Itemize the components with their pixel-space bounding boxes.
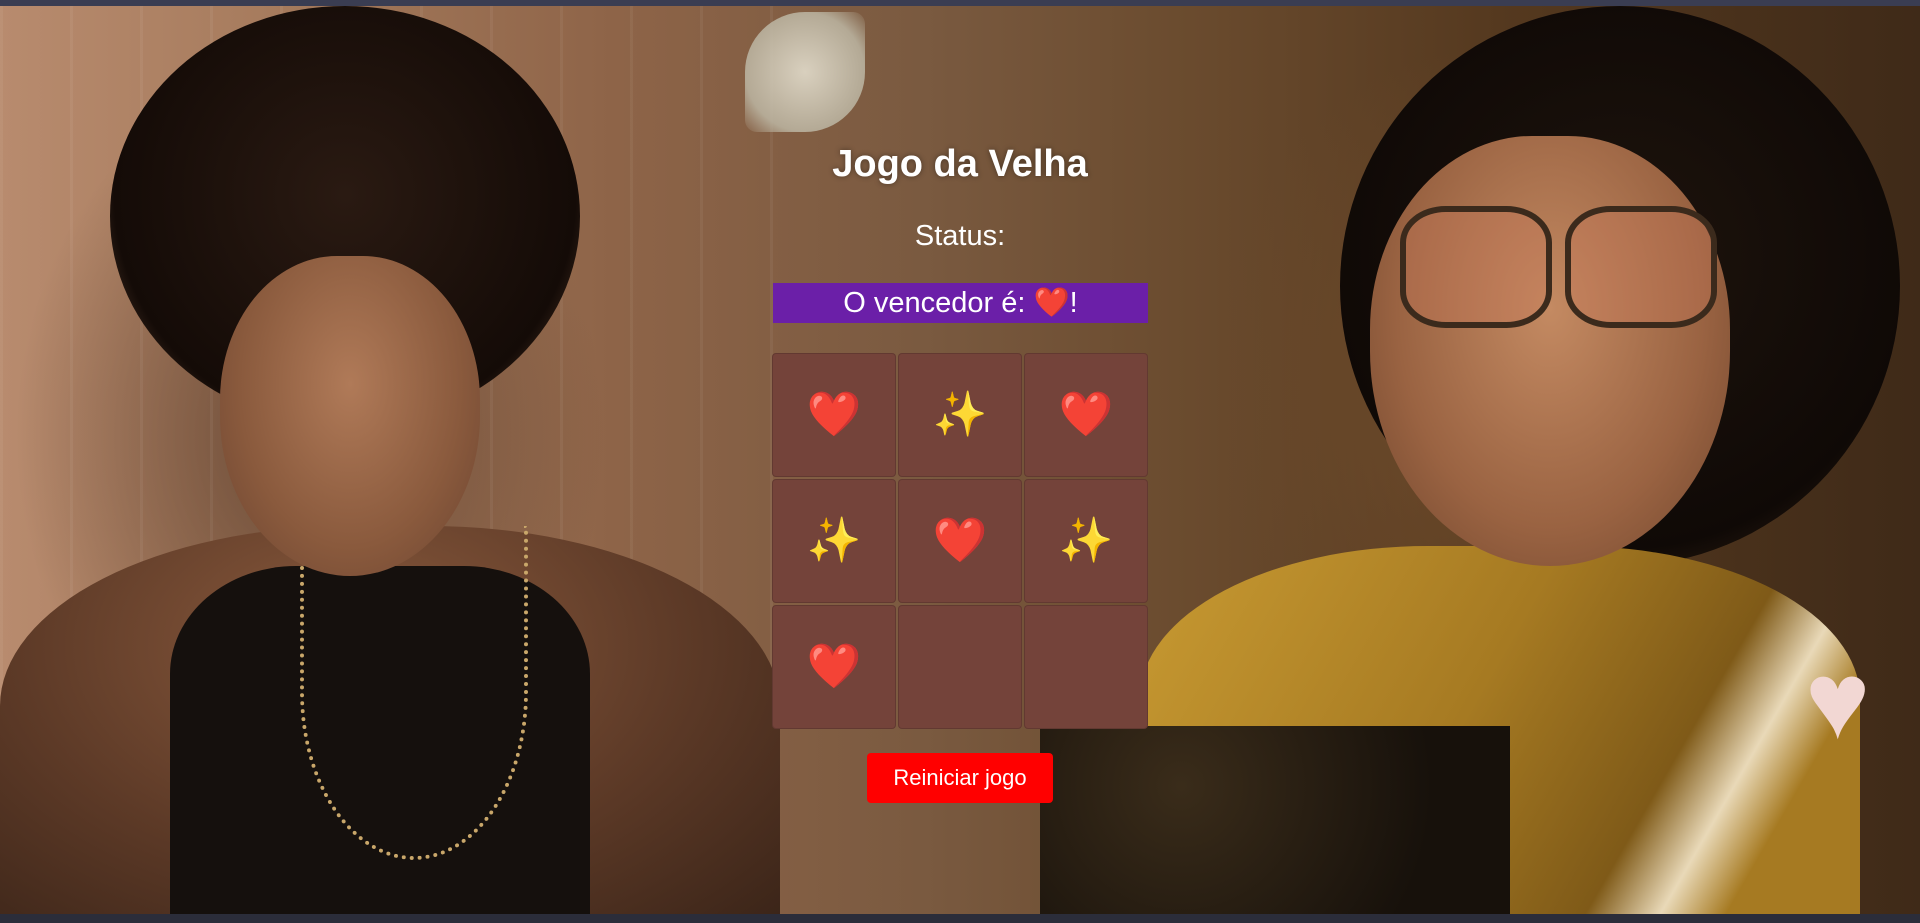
left-figure-chains (300, 526, 528, 860)
game-title: Jogo da Velha (832, 143, 1088, 185)
board-cell[interactable]: ❤️ (772, 605, 896, 729)
winner-banner: O vencedor é: ❤️! (773, 283, 1148, 323)
board-cell[interactable]: ✨ (898, 353, 1022, 477)
left-figure-face (220, 256, 480, 576)
cell-mark: ❤️ (806, 390, 862, 439)
status-label: Status: (914, 220, 1006, 252)
glitter-decor (1040, 726, 1510, 914)
board-cell[interactable] (1024, 605, 1148, 729)
board-cell[interactable]: ❤️ (772, 353, 896, 477)
board-cell[interactable] (898, 605, 1022, 729)
restart-button[interactable]: Reiniciar jogo (867, 753, 1053, 803)
cell-mark: ✨ (806, 516, 862, 565)
heart-decor: ♥ (1805, 639, 1871, 762)
board-cell[interactable]: ❤️ (898, 479, 1022, 603)
board-cell[interactable]: ✨ (772, 479, 896, 603)
cell-mark: ❤️ (806, 642, 862, 691)
cell-mark: ❤️ (1058, 390, 1114, 439)
board-cell[interactable]: ❤️ (1024, 353, 1148, 477)
game-board: ❤️ ✨ ❤️ ✨ ❤️ ✨ ❤️ (772, 353, 1148, 729)
cell-mark: ❤️ (932, 516, 988, 565)
cell-mark: ✨ (932, 390, 988, 439)
cell-mark: ✨ (1058, 516, 1114, 565)
window-bottom-bar (0, 914, 1920, 923)
board-cell[interactable]: ✨ (1024, 479, 1148, 603)
right-figure-face (1370, 136, 1730, 566)
butterfly-decor (745, 12, 865, 132)
